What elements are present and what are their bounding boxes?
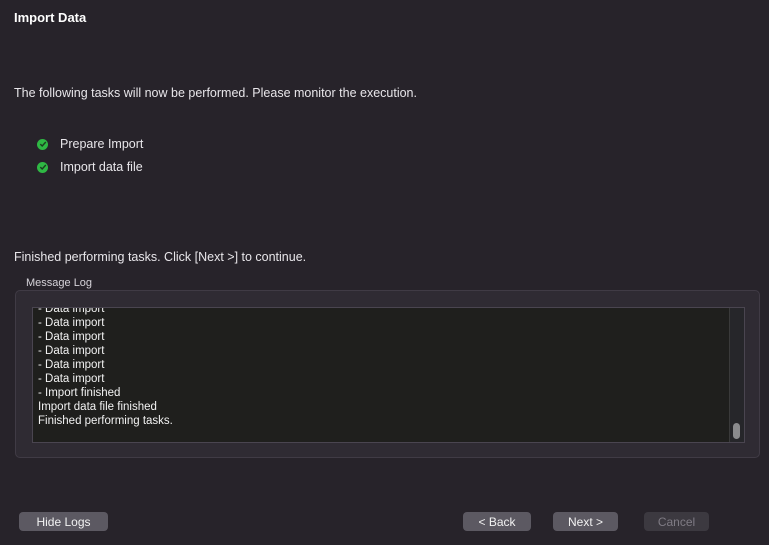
task-list: Prepare Import Import data file — [37, 136, 143, 182]
log-scrollbar[interactable] — [729, 308, 744, 442]
intro-text: The following tasks will now be performe… — [14, 86, 417, 100]
next-button[interactable]: Next > — [553, 512, 618, 531]
log-line: - Data import — [38, 345, 105, 357]
check-circle-icon — [37, 161, 48, 173]
import-data-dialog: Import Data The following tasks will now… — [0, 0, 769, 545]
message-log-group: - Data import - Data import - Data impor… — [15, 290, 760, 458]
log-line: - Data import — [38, 373, 105, 385]
check-circle-icon — [37, 138, 48, 150]
hide-logs-button[interactable]: Hide Logs — [19, 512, 108, 531]
log-scrollbar-thumb[interactable] — [733, 423, 740, 439]
dialog-title: Import Data — [14, 10, 87, 25]
log-line: - Data import — [38, 331, 105, 343]
cancel-button[interactable]: Cancel — [644, 512, 709, 531]
message-log-lines: - Data import - Data import - Data impor… — [38, 307, 173, 428]
log-line: - Data import — [38, 317, 105, 329]
task-label: Import data file — [60, 160, 143, 174]
task-label: Prepare Import — [60, 137, 144, 151]
task-item-prepare-import: Prepare Import — [37, 136, 143, 152]
log-line: - Import finished — [38, 387, 121, 399]
log-line: - Data import — [38, 359, 105, 371]
back-button[interactable]: < Back — [463, 512, 531, 531]
message-log[interactable]: - Data import - Data import - Data impor… — [32, 307, 745, 443]
finished-text: Finished performing tasks. Click [Next >… — [14, 250, 307, 264]
log-line: - Data import — [38, 307, 105, 315]
log-line: Finished performing tasks. — [38, 415, 173, 427]
log-line: Import data file finished — [38, 401, 157, 413]
message-log-caption: Message Log — [26, 277, 93, 289]
task-item-import-data-file: Import data file — [37, 159, 143, 175]
